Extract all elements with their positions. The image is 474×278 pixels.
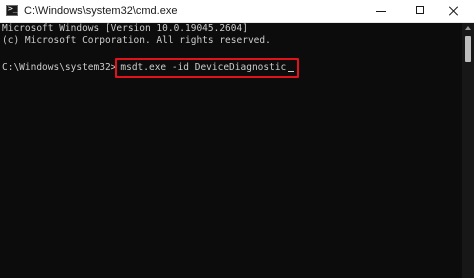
minimize-icon bbox=[376, 11, 386, 12]
copyright-line: (c) Microsoft Corporation. All rights re… bbox=[2, 35, 271, 46]
command-text: msdt.exe -id DeviceDiagnostic bbox=[120, 62, 287, 73]
scroll-up-arrow-icon[interactable] bbox=[465, 26, 471, 30]
highlighted-command: msdt.exe -id DeviceDiagnostic bbox=[115, 58, 300, 78]
prompt-line[interactable]: C:\Windows\system32> msdt.exe -id DeviceD… bbox=[2, 58, 300, 78]
console-output[interactable]: Microsoft Windows [Version 10.0.19045.26… bbox=[0, 23, 462, 278]
version-line: Microsoft Windows [Version 10.0.19045.26… bbox=[2, 23, 248, 34]
vertical-scrollbar[interactable] bbox=[462, 23, 474, 278]
cmd-icon: >_ bbox=[6, 4, 18, 16]
cmd-icon-glyph: >_ bbox=[8, 4, 18, 13]
close-icon bbox=[448, 5, 460, 17]
scrollbar-thumb[interactable] bbox=[465, 36, 471, 62]
cmd-window: >_ C:\Windows\system32\cmd.exe Microsoft… bbox=[0, 0, 474, 278]
text-cursor bbox=[288, 71, 295, 72]
title-bar[interactable]: >_ C:\Windows\system32\cmd.exe bbox=[0, 0, 474, 23]
window-title: C:\Windows\system32\cmd.exe bbox=[24, 5, 178, 17]
command-prompt: C:\Windows\system32> bbox=[2, 62, 117, 73]
maximize-icon bbox=[416, 6, 424, 14]
close-button[interactable] bbox=[432, 0, 474, 22]
